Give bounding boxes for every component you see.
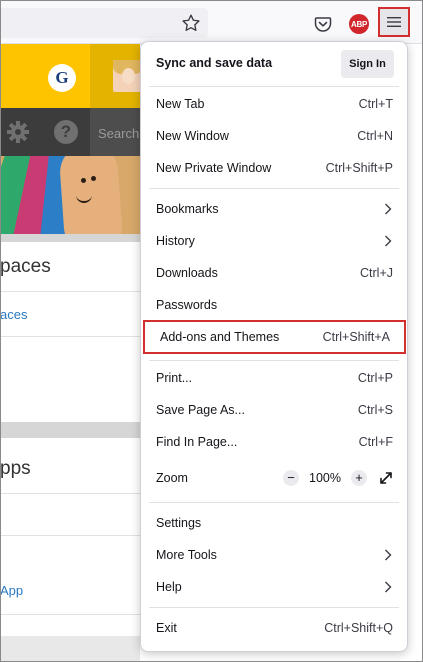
chevron-right-icon (385, 235, 392, 247)
menu-item-label: Print... (156, 371, 193, 385)
menu-item-addons-and-themes[interactable]: Add-ons and Themes Ctrl+Shift+A (143, 320, 406, 354)
sign-in-button[interactable]: Sign In (341, 50, 394, 78)
section-divider (0, 234, 140, 242)
menu-item-shortcut: Ctrl+S (357, 403, 393, 417)
menu-item-label: New Tab (156, 97, 205, 111)
menu-item-bookmarks[interactable]: Bookmarks (141, 194, 407, 224)
site-search-placeholder: Search (98, 126, 140, 141)
menu-item-new-tab[interactable]: New Tab Ctrl+T (141, 89, 407, 119)
divider (0, 535, 140, 536)
banner-eye (81, 178, 86, 183)
menu-item-label: Find In Page... (156, 435, 238, 449)
zoom-controls: − 100% + (283, 470, 393, 486)
browser-toolbar: ABP (0, 0, 423, 44)
zoom-level[interactable]: 100% (309, 471, 341, 485)
menu-item-save-page-as[interactable]: Save Page As... Ctrl+S (141, 395, 407, 425)
adblock-plus-icon[interactable]: ABP (346, 11, 372, 37)
chevron-right-icon (385, 581, 392, 593)
divider (0, 291, 140, 292)
divider (0, 493, 140, 494)
zoom-out-button[interactable]: − (283, 470, 300, 486)
menu-item-label: New Private Window (156, 161, 272, 175)
chevron-right-icon (385, 203, 392, 215)
menu-separator (149, 86, 399, 87)
menu-item-new-window[interactable]: New Window Ctrl+N (141, 121, 407, 151)
menu-item-label: Downloads (156, 266, 218, 280)
menu-item-label: Save Page As... (156, 403, 245, 417)
fullscreen-icon[interactable] (379, 471, 393, 485)
pocket-icon[interactable] (310, 11, 336, 37)
menu-item-label: History (156, 234, 195, 248)
hamburger-icon (387, 17, 401, 27)
menu-item-label: More Tools (156, 548, 217, 562)
menu-separator (149, 360, 399, 361)
menu-separator (149, 188, 399, 189)
menu-item-shortcut: Ctrl+Shift+A (322, 330, 390, 344)
help-icon[interactable]: ? (54, 120, 78, 144)
divider (0, 336, 140, 337)
menu-item-label: Passwords (156, 298, 218, 312)
menu-item-label: New Window (156, 129, 229, 143)
section-divider (0, 422, 140, 438)
banner-eye (91, 176, 96, 181)
page-footer-area (0, 636, 140, 662)
menu-item-passwords[interactable]: Passwords (141, 290, 407, 320)
divider (0, 614, 140, 615)
menu-item-shortcut: Ctrl+Shift+Q (324, 621, 393, 635)
zoom-in-button[interactable]: + (351, 470, 367, 486)
section-title: pps (0, 458, 31, 479)
menu-item-shortcut: Ctrl+Shift+P (325, 161, 393, 175)
menu-item-settings[interactable]: Settings (141, 508, 407, 538)
menu-item-label: Help (156, 580, 182, 594)
menu-item-downloads[interactable]: Downloads Ctrl+J (141, 258, 407, 288)
menu-item-help[interactable]: Help (141, 572, 407, 602)
menu-item-shortcut: Ctrl+T (358, 97, 393, 111)
menu-item-new-private-window[interactable]: New Private Window Ctrl+Shift+P (141, 153, 407, 183)
menu-item-more-tools[interactable]: More Tools (141, 540, 407, 570)
menu-item-print[interactable]: Print... Ctrl+P (141, 363, 407, 393)
menu-item-label: Add-ons and Themes (160, 330, 280, 344)
section-title: paces (0, 256, 51, 277)
menu-item-label: Exit (156, 621, 177, 635)
url-bar[interactable] (1, 8, 208, 38)
open-menu-button[interactable] (378, 7, 410, 37)
abp-badge: ABP (349, 14, 369, 34)
chevron-right-icon (385, 549, 392, 561)
menu-item-label: Bookmarks (156, 202, 219, 216)
menu-item-shortcut: Ctrl+J (360, 266, 393, 280)
menu-separator (149, 502, 399, 503)
menu-item-shortcut: Ctrl+F (358, 435, 393, 449)
gear-icon[interactable] (6, 120, 30, 144)
menu-item-shortcut: Ctrl+N (357, 129, 393, 143)
site-logo[interactable]: G (48, 64, 76, 92)
menu-item-find-in-page[interactable]: Find In Page... Ctrl+F (141, 427, 407, 457)
menu-item-zoom: Zoom − 100% + (141, 463, 407, 493)
menu-separator (149, 607, 399, 608)
menu-item-shortcut: Ctrl+P (357, 371, 393, 385)
menu-item-exit[interactable]: Exit Ctrl+Shift+Q (141, 613, 407, 643)
section-link[interactable]: App (0, 583, 23, 598)
avatar[interactable] (113, 60, 143, 92)
banner-image (0, 156, 140, 234)
menu-item-label: Zoom (156, 471, 188, 485)
bookmark-star-icon[interactable] (180, 12, 202, 34)
section-link[interactable]: aces (0, 307, 27, 322)
menu-item-label: Settings (156, 516, 202, 530)
menu-item-history[interactable]: History (141, 226, 407, 256)
app-menu-panel: Sync and save data Sign In New Tab Ctrl+… (140, 41, 408, 652)
sync-title: Sync and save data (156, 56, 273, 70)
